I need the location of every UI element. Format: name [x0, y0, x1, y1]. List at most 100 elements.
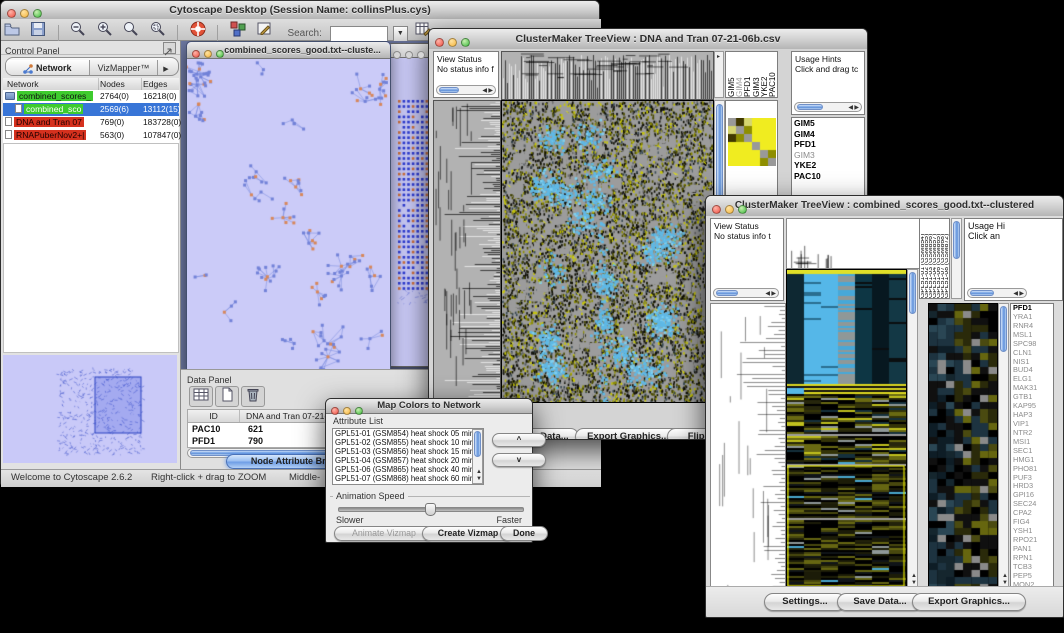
- gene-label[interactable]: GIM3: [792, 150, 864, 161]
- gene-label[interactable]: GIM5: [792, 118, 864, 129]
- select-attributes-icon[interactable]: [189, 386, 213, 407]
- faster-label: Faster: [496, 515, 522, 525]
- network-row[interactable]: combined_sco 2569(6) 13112(15): [3, 103, 179, 116]
- treeview2-column-dendrogram[interactable]: [786, 218, 921, 269]
- attribute-item[interactable]: GPL51-03 (GSM856) heat shock 15 min: [333, 447, 483, 456]
- minimize-icon[interactable]: [405, 51, 413, 59]
- minimize-icon[interactable]: [343, 407, 351, 415]
- network-name: combined_scores_: [17, 91, 93, 101]
- network-file-icon: [5, 130, 12, 139]
- treeview2-zoom-vscrollbar[interactable]: ▲▼: [998, 303, 1009, 587]
- attribute-listbox[interactable]: GPL51-01 (GSM854) heat shock 05 minGPL51…: [332, 428, 484, 485]
- minimize-icon[interactable]: [448, 38, 457, 47]
- float-panel-icon[interactable]: [163, 42, 176, 54]
- usage-hints-hscrollbar[interactable]: ◀▶: [967, 288, 1027, 298]
- network-edges-count: 107847(0): [143, 129, 181, 142]
- attr-col-id[interactable]: ID: [188, 410, 240, 422]
- help-lifering-icon[interactable]: [187, 20, 209, 40]
- treeview2-heatmap-vscrollbar[interactable]: ▲▼: [907, 269, 918, 587]
- tab-overflow-icon[interactable]: ▶: [158, 62, 174, 76]
- network-row[interactable]: RNAPuberNov2+| 563(0) 107847(0): [3, 129, 179, 142]
- network-view-window[interactable]: combined_scores_good.txt--cluste...: [186, 41, 391, 375]
- export-graphics-button[interactable]: Export Graphics...: [912, 593, 1026, 611]
- close-icon[interactable]: [331, 407, 339, 415]
- treeview1-heatmap[interactable]: [501, 100, 714, 403]
- zoom-fit-icon[interactable]: [120, 20, 142, 40]
- close-icon[interactable]: [192, 50, 200, 58]
- minimize-icon[interactable]: [725, 205, 734, 214]
- network-view[interactable]: [187, 59, 388, 373]
- slider-thumb[interactable]: [425, 503, 436, 516]
- zoom-window-icon[interactable]: [461, 38, 470, 47]
- animate-vizmap-button[interactable]: Animate Vizmap: [334, 526, 434, 541]
- export-graphics-button[interactable]: Export Graphics...: [575, 428, 681, 439]
- close-icon[interactable]: [7, 9, 16, 18]
- treeview2-labels-vscrollbar[interactable]: [951, 218, 962, 299]
- col-network: Network: [3, 79, 39, 89]
- attribute-item[interactable]: GPL51-04 (GSM857) heat shock 20 min: [333, 456, 483, 465]
- usage-hints-title: Usage Hi: [965, 219, 1062, 231]
- treeview2-heatmap[interactable]: [786, 269, 907, 587]
- network-row[interactable]: combined_scores_ 2764(0) 16218(0): [3, 90, 179, 103]
- usage-hints-text: Click an: [965, 231, 1062, 241]
- animation-speed-slider[interactable]: [338, 507, 524, 512]
- delete-attribute-trash-icon[interactable]: [241, 386, 265, 407]
- minimize-icon[interactable]: [204, 50, 212, 58]
- vizmapper-icon[interactable]: [227, 20, 249, 40]
- status-hint-zoom: Right-click + drag to ZOOM: [151, 470, 266, 486]
- main-titlebar[interactable]: Cytoscape Desktop (Session Name: collins…: [1, 1, 599, 20]
- treeview1-column-labels: GIM5GIM4PFD1GIM3YKE2PAC10: [725, 51, 778, 98]
- search-label: Search:: [287, 28, 321, 39]
- gene-label[interactable]: GIM4: [792, 129, 864, 140]
- zoom-out-icon[interactable]: [67, 20, 89, 40]
- network-edges-count: 13112(15): [143, 103, 181, 116]
- network-name: combined_sco: [24, 104, 83, 114]
- gene-label[interactable]: YKE2: [792, 160, 864, 171]
- attribute-item[interactable]: GPL51-02 (GSM855) heat shock 10 min: [333, 438, 483, 447]
- search-dropdown-icon[interactable]: ▼: [393, 26, 408, 42]
- view-status-hscrollbar[interactable]: ◀▶: [436, 85, 496, 95]
- treeview1-row-dendrogram[interactable]: [433, 100, 501, 403]
- gene-label[interactable]: PFD1: [792, 139, 864, 150]
- move-down-button[interactable]: v: [492, 453, 546, 467]
- attribute-item[interactable]: GPL51-06 (GSM865) heat shock 40 min: [333, 465, 483, 474]
- save-session-button[interactable]: [27, 20, 49, 40]
- zoom-window-icon[interactable]: [738, 205, 747, 214]
- column-label: PAC10: [769, 52, 777, 97]
- view-status-text: No status info t: [711, 231, 783, 241]
- close-icon[interactable]: [393, 51, 401, 59]
- move-up-button[interactable]: ^: [492, 433, 546, 447]
- network-row[interactable]: DNA and Tran 07 769(0) 183728(0): [3, 116, 179, 129]
- network-edges-count: 183728(0): [143, 116, 181, 129]
- treeview2-row-dendrogram[interactable]: [710, 303, 786, 587]
- tab-network[interactable]: Network: [6, 60, 90, 76]
- attribute-list-vscrollbar[interactable]: ▲▼: [472, 429, 483, 484]
- close-icon[interactable]: [435, 38, 444, 47]
- zoom-selected-icon[interactable]: [147, 20, 169, 40]
- network-overview-panel[interactable]: [3, 355, 177, 463]
- treeview1-column-scroll-strip[interactable]: ▸: [714, 51, 724, 98]
- save-data-button[interactable]: Save Data...: [837, 593, 923, 611]
- attribute-item[interactable]: GPL51-01 (GSM854) heat shock 05 min: [333, 429, 483, 438]
- minimize-icon[interactable]: [20, 9, 29, 18]
- search-input[interactable]: [330, 26, 388, 42]
- zoom-window-icon[interactable]: [417, 51, 425, 59]
- done-button[interactable]: Done: [500, 526, 548, 541]
- open-file-button[interactable]: [1, 20, 23, 40]
- zoom-window-icon[interactable]: [355, 407, 363, 415]
- zoom-window-icon[interactable]: [216, 50, 224, 58]
- settings-button[interactable]: Settings...: [764, 593, 846, 611]
- view-status-hscrollbar[interactable]: ◀▶: [713, 288, 779, 298]
- gene-label[interactable]: PAC10: [792, 171, 864, 182]
- tab-vizmapper[interactable]: VizMapper™: [90, 60, 158, 76]
- usage-hints-title: Usage Hints: [792, 52, 864, 64]
- attribute-item[interactable]: GPL51-07 (GSM868) heat shock 60 min: [333, 474, 483, 483]
- close-icon[interactable]: [712, 205, 721, 214]
- usage-hints-hscrollbar[interactable]: ◀▶: [794, 102, 862, 112]
- treeview1-column-dendrogram[interactable]: [501, 51, 714, 100]
- new-attribute-icon[interactable]: [215, 386, 239, 407]
- treeview2-zoom-heatmap[interactable]: [928, 303, 998, 587]
- zoom-window-icon[interactable]: [33, 9, 42, 18]
- annotation-icon[interactable]: [253, 20, 275, 40]
- zoom-in-icon[interactable]: [94, 20, 116, 40]
